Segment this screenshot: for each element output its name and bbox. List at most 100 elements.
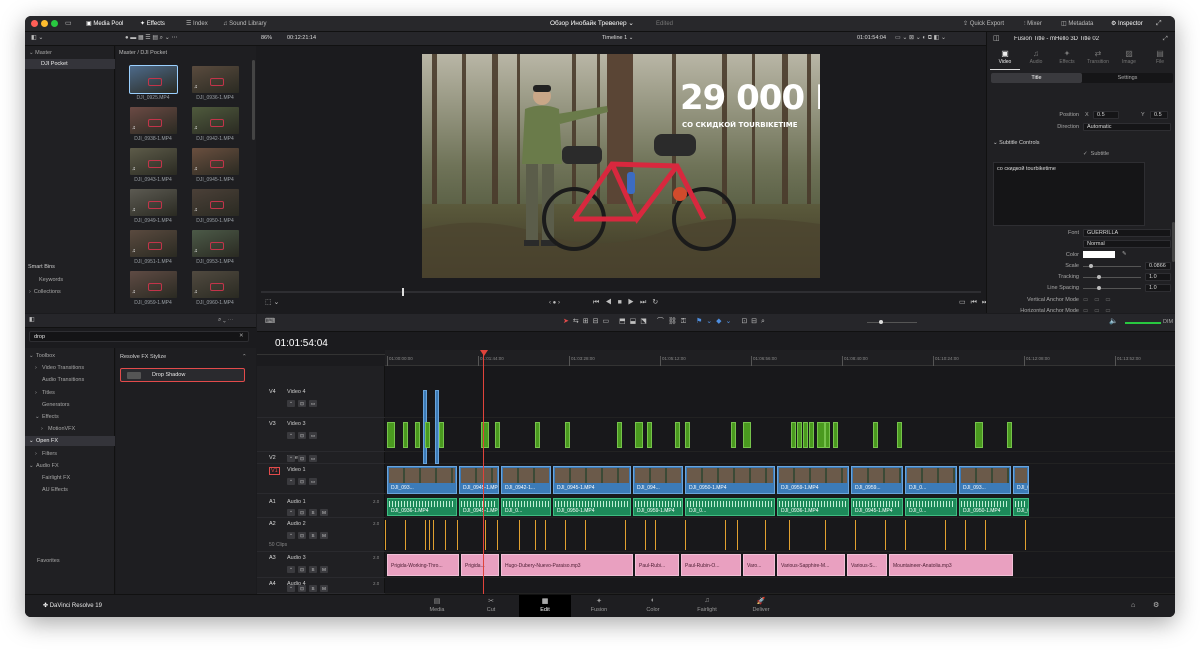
- timeline-clip-audio[interactable]: DJI_0936-1.MP4: [777, 498, 849, 516]
- play-icon[interactable]: ▶: [628, 299, 640, 306]
- line-spacing-field[interactable]: 1.0: [1145, 284, 1171, 292]
- audio-keyframe-marker[interactable]: [945, 520, 946, 550]
- position-x-field[interactable]: 0.5: [1093, 111, 1119, 119]
- track-control-button[interactable]: S: [309, 509, 317, 516]
- audio-keyframe-marker[interactable]: [445, 520, 446, 550]
- audio-keyframe-marker[interactable]: [965, 520, 966, 550]
- track-name[interactable]: Audio 3: [287, 555, 306, 561]
- audio-keyframe-marker[interactable]: [765, 520, 766, 550]
- timeline-clip-title[interactable]: [565, 422, 570, 448]
- position-y-field[interactable]: 0.5: [1150, 111, 1168, 119]
- timeline-clip-title[interactable]: [817, 422, 825, 448]
- project-title[interactable]: Обзор Инобайк Тревелер ⌄: [547, 19, 637, 29]
- clip-thumbnail[interactable]: ♫: [130, 271, 177, 298]
- track-area[interactable]: DJI_093... DJI_0945-1.MP4 DJI_0942-1... DJI…: [385, 366, 1175, 594]
- timeline-clip-audio[interactable]: DJI_0945-1.MP4: [851, 498, 903, 516]
- track-header-a1[interactable]: A1 Audio 1 ⌃ ⊡ S M 2.0: [257, 496, 385, 518]
- playhead-handle[interactable]: [480, 350, 488, 356]
- color-swatch[interactable]: [1083, 251, 1115, 258]
- inspector-toggle[interactable]: ⚙ Inspector: [1108, 19, 1146, 29]
- audio-keyframe-marker[interactable]: [457, 520, 458, 550]
- effects-tree-item[interactable]: Generators: [25, 400, 115, 410]
- speaker-icon[interactable]: 🔈: [1109, 317, 1118, 327]
- page-tab-fairlight[interactable]: ♫ Fairlight: [681, 595, 733, 617]
- track-lane-a2[interactable]: [385, 518, 1175, 552]
- timeline-clip-audio[interactable]: DJI_0945-1.MP4: [459, 498, 499, 516]
- jog-control[interactable]: ‹ ● ›: [549, 298, 560, 308]
- track-control-button[interactable]: ▭: [309, 455, 317, 462]
- font-select[interactable]: GUERRILLA: [1083, 229, 1171, 237]
- timeline-clip-title[interactable]: [387, 422, 395, 448]
- smart-bin-collections[interactable]: › Collections: [29, 287, 61, 297]
- clip-thumbnail[interactable]: ♫: [130, 189, 177, 216]
- effects-tree-item[interactable]: AU Effects: [25, 485, 115, 495]
- timeline-clip-music[interactable]: Varo...: [743, 554, 775, 576]
- audio-keyframe-marker[interactable]: [585, 520, 586, 550]
- inspector-tab-transition[interactable]: ⇄ Transition: [1083, 48, 1113, 70]
- effects-tree-item[interactable]: › Filters: [25, 449, 115, 459]
- clip-thumbnail[interactable]: ♫: [192, 148, 239, 175]
- marker-icon[interactable]: ◆⌄: [716, 318, 735, 325]
- timeline-clip-title[interactable]: [791, 422, 796, 448]
- effects-sidebar-icon[interactable]: ◧: [29, 315, 35, 325]
- effects-tree-item[interactable]: Audio Transitions: [25, 375, 115, 385]
- track-control-button[interactable]: M: [320, 585, 328, 592]
- font-style-select[interactable]: Normal: [1083, 240, 1171, 248]
- timeline-clip-music[interactable]: Paul-Rubi...: [635, 554, 679, 576]
- audio-keyframe-marker[interactable]: [429, 520, 430, 550]
- page-tab-deliver[interactable]: 🚀 Deliver: [735, 595, 787, 617]
- track-id[interactable]: A3: [269, 555, 276, 561]
- timeline-clip-audio[interactable]: DJI_0950-1.MP4: [553, 498, 631, 516]
- track-control-button[interactable]: ▭: [309, 400, 317, 407]
- tracking-field[interactable]: 1.0: [1145, 273, 1171, 281]
- effects-tree-item[interactable]: › MotionVFX: [25, 424, 115, 434]
- subtitle-text-area[interactable]: со скидкой tourbiketime: [993, 162, 1145, 226]
- audio-keyframe-marker[interactable]: [905, 520, 906, 550]
- effects-tree-item[interactable]: Fairlight FX: [25, 473, 115, 483]
- quick-export-button[interactable]: ⇪ Quick Export: [960, 19, 1007, 29]
- track-control-button[interactable]: ⌃: [287, 566, 295, 573]
- timeline-clip-video[interactable]: DJI_0...: [905, 466, 957, 494]
- audio-keyframe-marker[interactable]: [645, 520, 646, 550]
- timeline-clip-music[interactable]: Various-Sapphire-M...: [777, 554, 845, 576]
- timeline-ruler[interactable]: 01:00:00:00 01:01:44:00 01:03:28:00 01:05:1…: [385, 350, 1175, 366]
- inspector-scrollbar[interactable]: [1172, 222, 1175, 262]
- subtitle-checkbox[interactable]: ✓ Subtitle: [1083, 151, 1109, 157]
- flag-icon[interactable]: ⚑⌄: [696, 318, 716, 325]
- home-icon[interactable]: ⌂: [1131, 601, 1135, 611]
- timeline-clip-video[interactable]: DJI_093...: [387, 466, 457, 494]
- timeline-zoom-slider[interactable]: [867, 320, 917, 324]
- timeline-view-options-icon[interactable]: ⌨: [265, 317, 275, 327]
- timeline-selector[interactable]: Timeline 1 ⌄: [602, 35, 633, 41]
- timeline-clip-video[interactable]: DJI_0945-1.MP4: [553, 466, 631, 494]
- track-control-button[interactable]: ⊡: [298, 478, 306, 485]
- audio-keyframe-marker[interactable]: [885, 520, 886, 550]
- playhead-line[interactable]: [483, 350, 484, 594]
- inspector-tab-effects[interactable]: ✦ Effects: [1052, 48, 1082, 70]
- inspector-tab-audio[interactable]: ♫ Audio: [1021, 48, 1051, 70]
- page-tab-fusion[interactable]: ✦ Fusion: [573, 595, 625, 617]
- timeline-clip-title[interactable]: [675, 422, 680, 448]
- timeline-clip-title[interactable]: [743, 422, 751, 448]
- timeline-clip-title[interactable]: [873, 422, 878, 448]
- inspector-layout-icon[interactable]: ◫: [993, 34, 1000, 44]
- audio-keyframe-marker[interactable]: [737, 520, 738, 550]
- timeline-clip-audio[interactable]: DJI_0959-1.MP4: [1013, 498, 1029, 516]
- viewer-view-options-icon[interactable]: ⬚ ⌄: [265, 298, 279, 308]
- track-control-button[interactable]: ⊡: [298, 532, 306, 539]
- viewer-frame[interactable]: 29 000 Р. СО СКИДКОЙ TOURBIKETIME: [422, 54, 820, 278]
- timeline-clip-title[interactable]: [809, 422, 814, 448]
- track-control-button[interactable]: M: [320, 532, 328, 539]
- audio-keyframe-marker[interactable]: [655, 520, 656, 550]
- timeline-clip-title[interactable]: [403, 422, 408, 448]
- audio-keyframe-marker[interactable]: [725, 520, 726, 550]
- fullscreen-icon[interactable]: ⤢: [1156, 19, 1162, 29]
- timeline-clip-audio[interactable]: DJI_0...: [905, 498, 957, 516]
- monitor-icon[interactable]: ▭: [65, 19, 72, 29]
- audio-keyframe-marker[interactable]: [545, 520, 546, 550]
- bin-master[interactable]: ⌄ Master: [29, 48, 52, 58]
- line-spacing-slider-thumb[interactable]: [1097, 286, 1101, 290]
- clip-thumbnail[interactable]: ♫: [192, 107, 239, 134]
- drop-shadow-effect[interactable]: Drop Shadow: [120, 368, 245, 382]
- audio-keyframe-marker[interactable]: [625, 520, 626, 550]
